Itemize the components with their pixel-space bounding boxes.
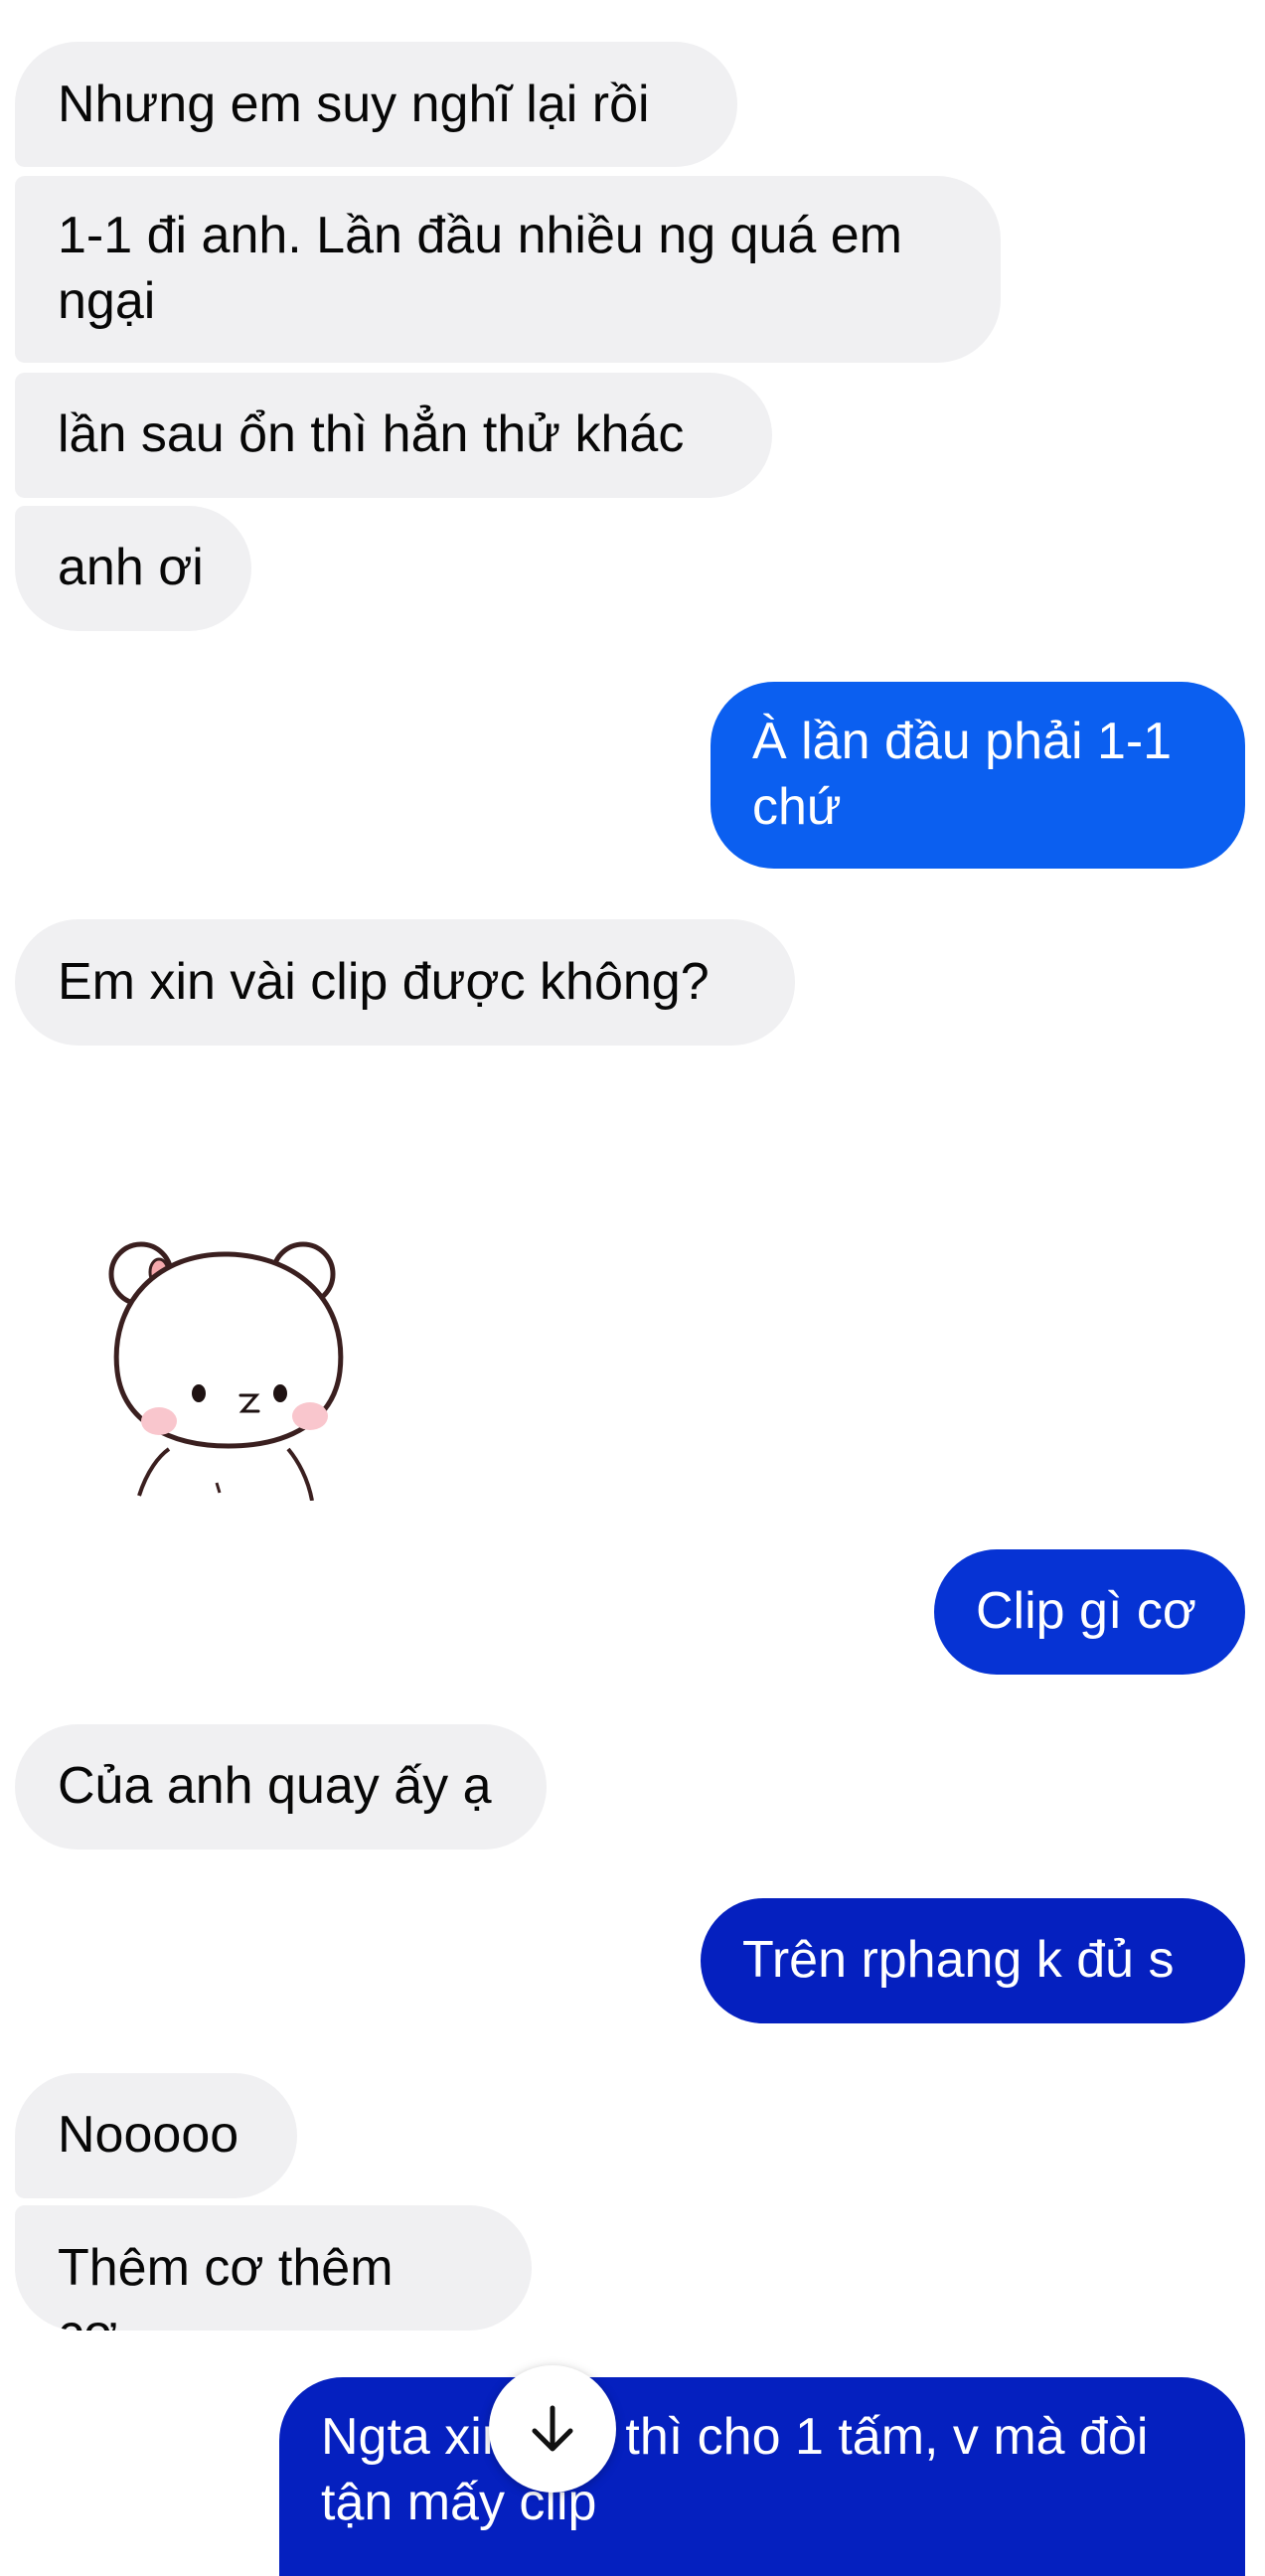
incoming-message[interactable]: Nhưng em suy nghĩ lại rồi bbox=[15, 42, 737, 167]
message-text: Ngta xin ảnh thì cho 1 tấm, v mà đòi tận… bbox=[321, 2408, 1149, 2531]
message-text: Nooooo bbox=[58, 2106, 239, 2164]
scroll-to-bottom-button[interactable] bbox=[489, 2365, 616, 2493]
incoming-message[interactable]: lần sau ổn thì hẳn thử khác bbox=[15, 373, 772, 498]
message-text: anh ơi bbox=[58, 539, 204, 596]
incoming-message[interactable]: Của anh quay ấy ạ bbox=[15, 1724, 547, 1850]
message-text: Nhưng em suy nghĩ lại rồi bbox=[58, 76, 650, 133]
outgoing-message[interactable]: Ngta xin ảnh thì cho 1 tấm, v mà đòi tận… bbox=[279, 2377, 1245, 2576]
incoming-message[interactable]: anh ơi bbox=[15, 506, 251, 631]
message-text: lần sau ổn thì hẳn thử khác bbox=[58, 405, 685, 463]
message-text: 1-1 đi anh. Lần đầu nhiều ng quá em ngại bbox=[58, 207, 903, 330]
incoming-message[interactable]: Em xin vài clip được không? bbox=[15, 919, 795, 1046]
message-text: Clip gì cơ bbox=[976, 1582, 1196, 1640]
outgoing-message[interactable]: Clip gì cơ bbox=[934, 1549, 1245, 1675]
message-text: À lần đầu phải 1-1 chứ bbox=[752, 713, 1173, 836]
incoming-message[interactable]: 1-1 đi anh. Lần đầu nhiều ng quá em ngại bbox=[15, 176, 1001, 363]
message-text: Của anh quay ấy ạ bbox=[58, 1757, 492, 1815]
sticker[interactable] bbox=[99, 1222, 358, 1501]
outgoing-message[interactable]: À lần đầu phải 1-1 chứ bbox=[711, 682, 1245, 869]
message-text: Trên rphang k đủ s bbox=[742, 1931, 1175, 1989]
outgoing-message[interactable]: Trên rphang k đủ s bbox=[701, 1898, 1245, 2023]
incoming-message[interactable]: Thêm cơ thêm cơ bbox=[15, 2205, 532, 2331]
arrow-down-icon bbox=[532, 2405, 573, 2452]
message-text: Em xin vài clip được không? bbox=[58, 953, 710, 1011]
bear-sticker-icon bbox=[108, 1241, 344, 1501]
message-text: Thêm cơ thêm cơ bbox=[58, 2239, 394, 2331]
incoming-message[interactable]: Nooooo bbox=[15, 2073, 297, 2198]
